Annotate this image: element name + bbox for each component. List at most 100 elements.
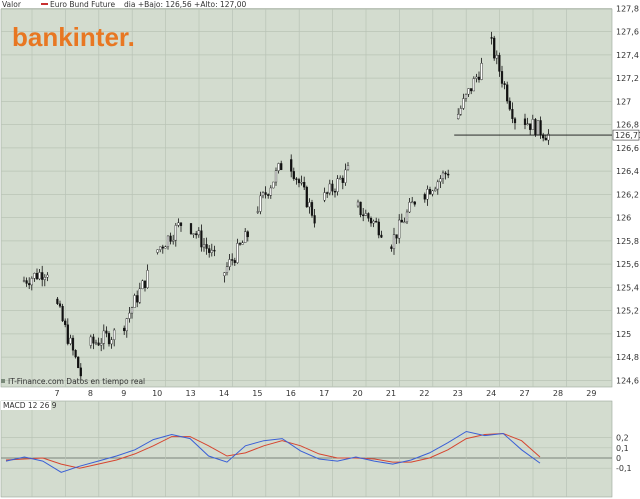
price-y-tick-label: 125,8 <box>616 237 639 246</box>
candle-body <box>28 283 31 286</box>
candle-body <box>197 230 200 236</box>
candle-body <box>246 231 249 238</box>
candle-body <box>274 170 278 183</box>
price-x-tick-label: 13 <box>186 389 196 398</box>
candle-body <box>141 280 144 290</box>
source-note: IT-Finance.com Datos en tiempo real <box>8 377 145 386</box>
candle-body <box>159 246 162 250</box>
candle-body <box>69 337 72 344</box>
candle-body <box>77 356 80 369</box>
price-y-tick-label: 125,4 <box>616 283 639 292</box>
candle-body <box>97 342 100 346</box>
candle-body <box>277 163 280 171</box>
macd-y-tick-label: 0,2 <box>616 434 629 443</box>
candle-body <box>400 219 403 223</box>
price-x-tick-label: 8 <box>88 389 93 398</box>
candle-body <box>225 266 229 273</box>
candle-body <box>313 215 316 224</box>
candle-body <box>74 350 77 358</box>
price-y-tick-label: 127,4 <box>616 51 639 60</box>
candle-body <box>89 336 92 346</box>
candle-body <box>43 277 46 280</box>
candle-body <box>290 159 293 172</box>
candle-body <box>200 230 203 248</box>
price-y-tick-label: 127,6 <box>616 28 639 37</box>
candle-body <box>244 231 247 243</box>
candle-body <box>341 177 344 183</box>
price-y-tick-label: 127,8 <box>616 4 639 13</box>
candle-body <box>439 178 442 183</box>
candle-body <box>292 171 295 179</box>
candle-body <box>128 312 131 319</box>
candle-body <box>331 183 334 192</box>
candle-body <box>136 295 139 303</box>
candle-body <box>513 118 517 124</box>
series-swatch <box>41 3 48 5</box>
candle-body <box>100 343 103 346</box>
price-x-tick-label: 17 <box>319 389 329 398</box>
candle-body <box>35 272 39 280</box>
candle-body <box>426 188 429 200</box>
candle-body <box>172 239 175 242</box>
candle-body <box>405 211 409 223</box>
price-x-tick-label: 16 <box>286 389 296 398</box>
candle-body <box>536 120 540 135</box>
candle-body <box>362 214 365 217</box>
candle-body <box>308 202 311 208</box>
candle-body <box>526 123 529 125</box>
candle-body <box>498 55 501 72</box>
source-icon <box>1 379 5 383</box>
candle-body <box>110 339 113 345</box>
candle-body <box>398 219 401 239</box>
candle-body <box>280 163 283 171</box>
candle-body <box>208 248 211 253</box>
candle-body <box>413 201 416 205</box>
candle-body <box>346 165 350 171</box>
candle-body <box>339 177 342 180</box>
candle-body <box>238 243 242 245</box>
candle-body <box>390 246 393 249</box>
price-x-tick-label: 20 <box>353 389 363 398</box>
candle-body <box>164 246 167 249</box>
candle-body <box>377 221 380 236</box>
candle-body <box>61 306 64 322</box>
candle-body <box>94 342 98 345</box>
candle-body <box>130 307 134 314</box>
candle-body <box>359 201 362 216</box>
candle-body <box>534 119 537 135</box>
candle-body <box>544 137 547 141</box>
price-y-tick-label: 125,6 <box>616 260 639 269</box>
price-y-tick-label: 127 <box>616 97 631 106</box>
macd-y-tick-label: 0 <box>616 454 621 463</box>
bankinter-logo: bankinter. <box>12 22 135 52</box>
candle-body <box>500 71 504 84</box>
candle-body <box>123 327 126 332</box>
macd-y-tick-label: -0,1 <box>616 464 632 473</box>
candle-body <box>41 272 44 280</box>
candle-body <box>269 187 272 196</box>
candle-body <box>22 280 26 282</box>
candle-body <box>470 88 473 92</box>
candle-body <box>495 55 498 59</box>
candle-body <box>133 295 136 308</box>
candle-body <box>428 188 432 195</box>
candle-body <box>356 201 360 207</box>
candle-body <box>431 190 434 195</box>
candle-body <box>328 183 331 194</box>
candle-body <box>105 330 108 334</box>
candle-body <box>300 182 303 184</box>
candle-body <box>305 186 308 208</box>
price-y-tick-label: 126,6 <box>616 144 639 153</box>
candle-body <box>392 234 396 249</box>
candle-body <box>156 249 159 253</box>
candle-body <box>25 280 28 284</box>
candle-body <box>441 172 445 179</box>
candle-body <box>336 178 339 192</box>
candle-body <box>231 259 234 261</box>
candle-body <box>477 76 481 80</box>
candle-body <box>38 272 41 280</box>
candle-body <box>531 119 534 130</box>
candle-body <box>267 194 270 196</box>
price-x-tick-label: 24 <box>486 389 496 398</box>
header-valor-label: Valor <box>2 0 22 9</box>
